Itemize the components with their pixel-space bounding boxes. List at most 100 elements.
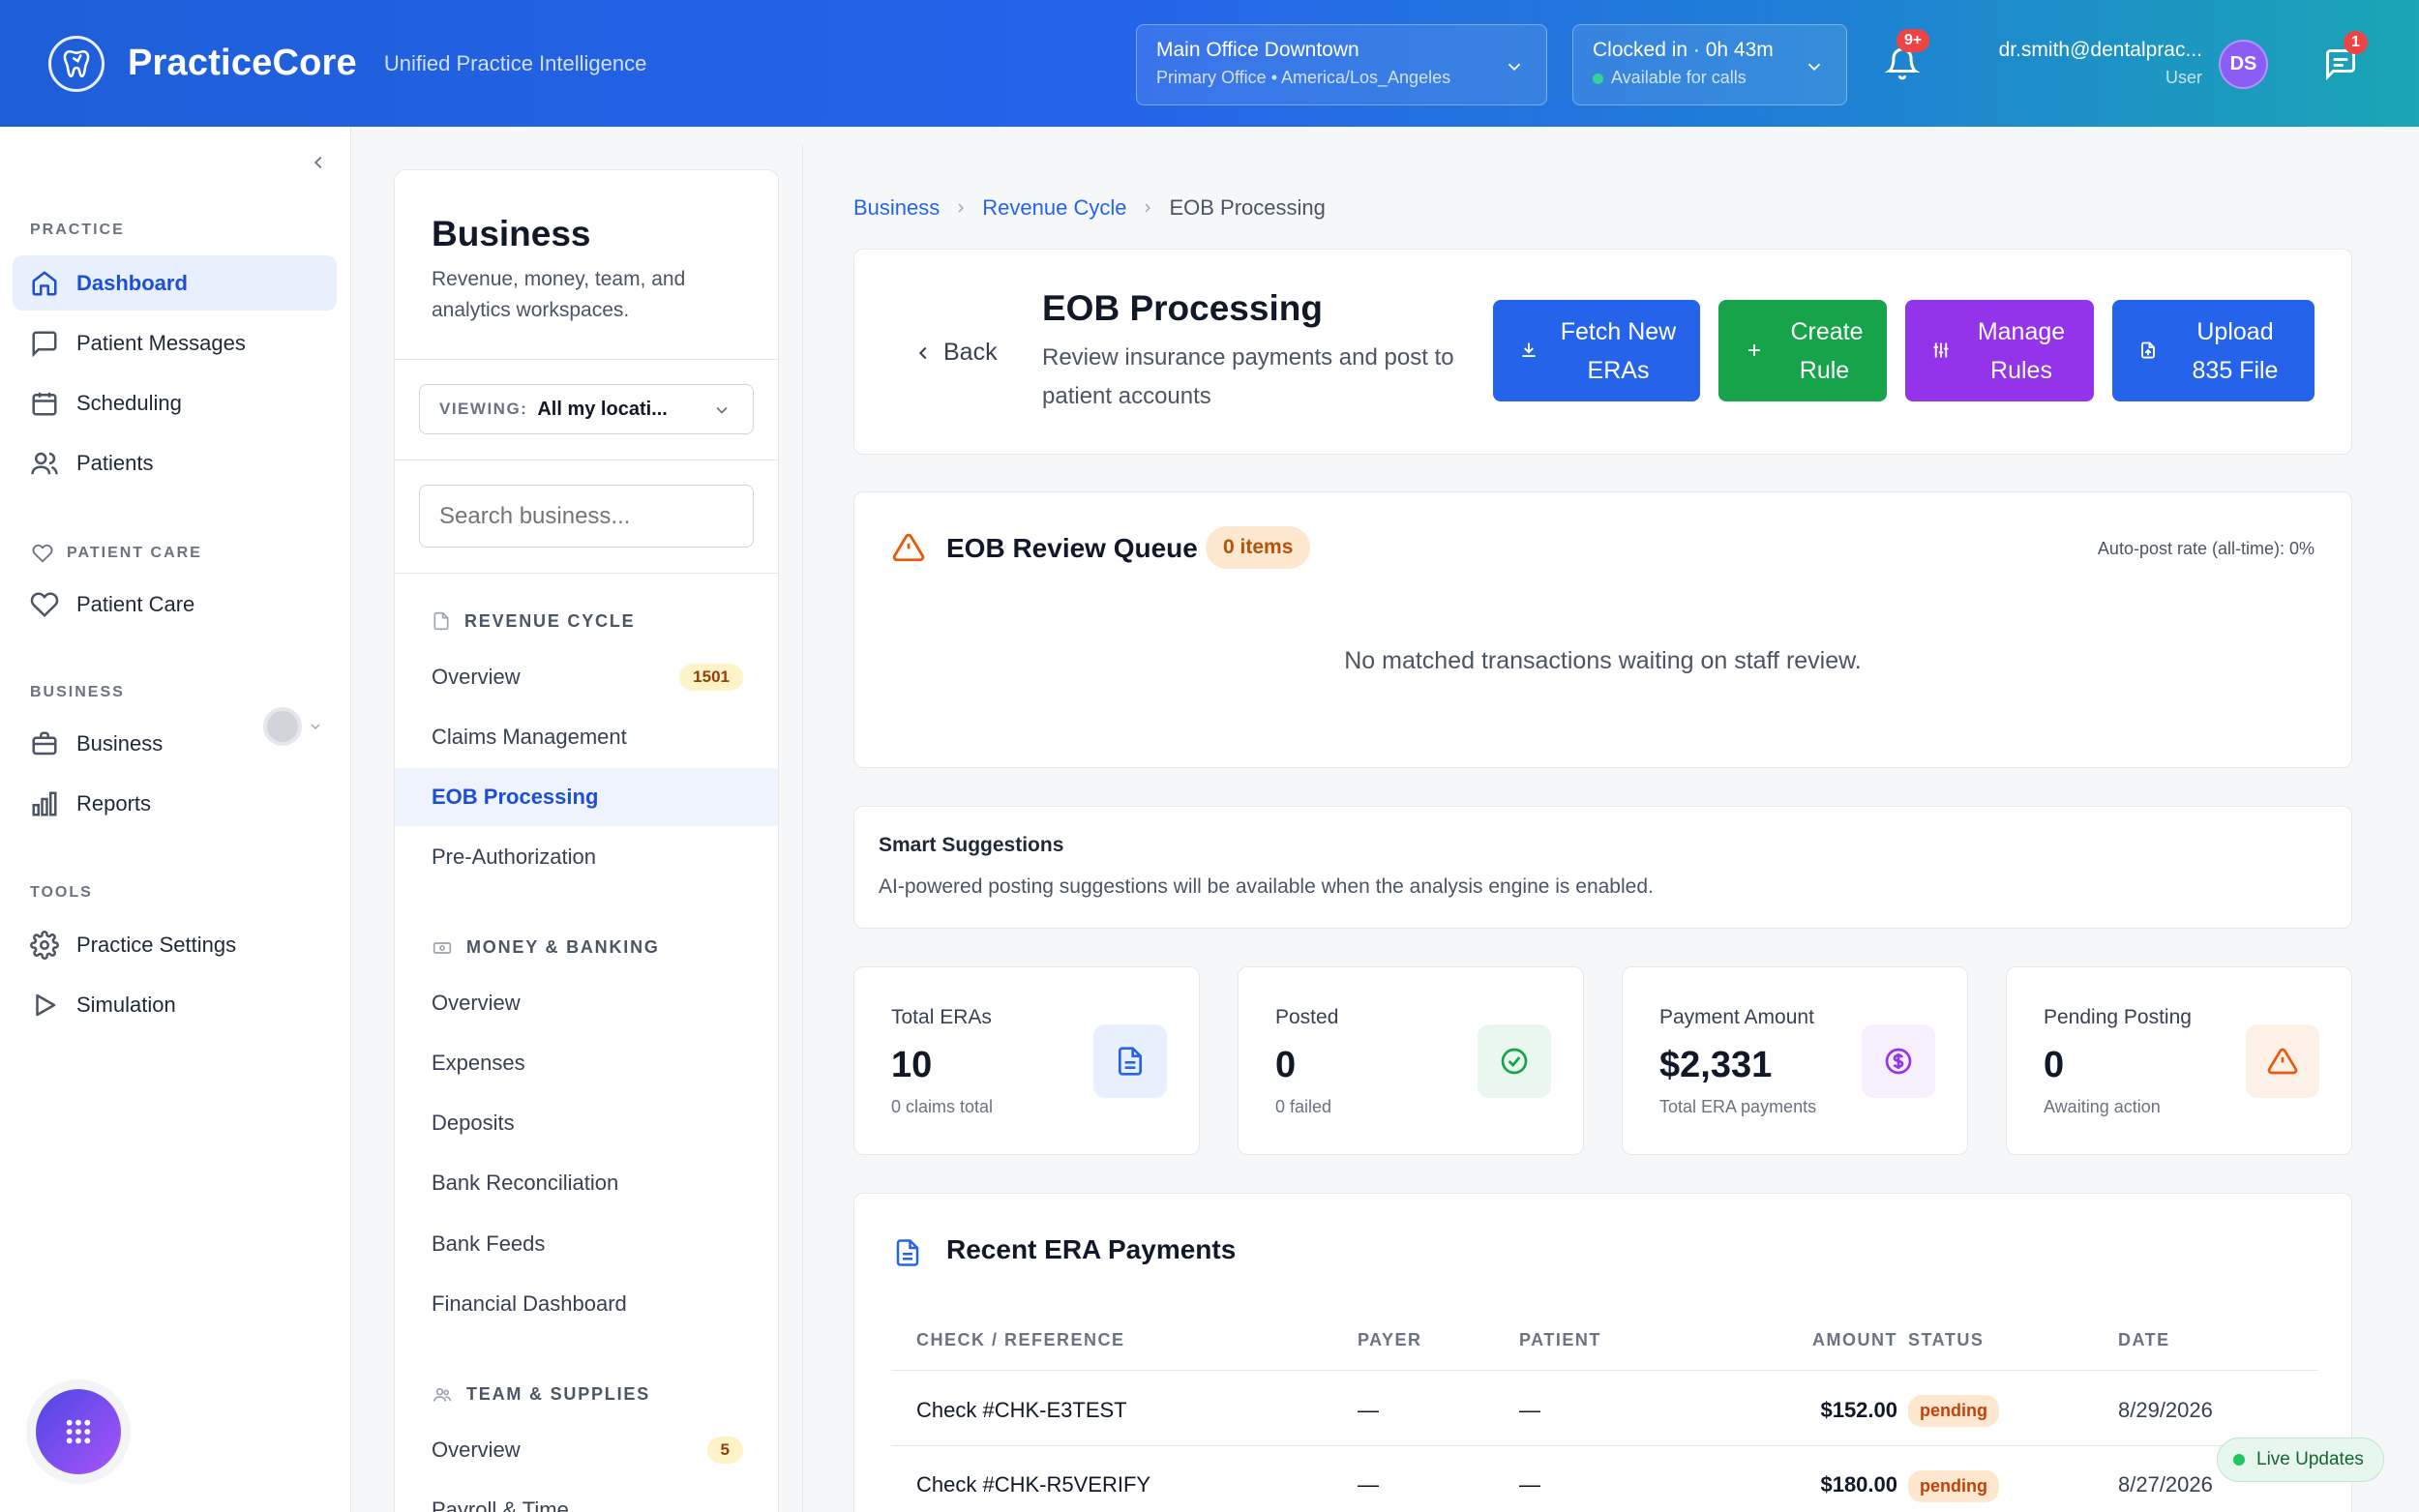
- sidebar-item-practice-settings[interactable]: Practice Settings: [13, 917, 337, 972]
- breadcrumb-business[interactable]: Business: [853, 195, 940, 221]
- back-button[interactable]: Back: [912, 339, 998, 367]
- sidebar-item-label: Patient Messages: [76, 330, 246, 355]
- sidebar-item-patient-care[interactable]: Patient Care: [13, 577, 337, 632]
- chevron-down-icon: [1807, 63, 1821, 72]
- apps-launcher-button[interactable]: [36, 1389, 121, 1474]
- column-header-patient[interactable]: PATIENT: [1519, 1330, 1601, 1350]
- sidebar-item-dashboard[interactable]: Dashboard: [13, 255, 337, 311]
- document-icon: [433, 611, 449, 631]
- cell-amount: $152.00: [1820, 1398, 1897, 1422]
- clock-status: Clocked in · 0h 43m: [1593, 39, 1774, 61]
- stat-value: 10: [891, 1045, 933, 1085]
- column-header-status[interactable]: STATUS: [1908, 1330, 1984, 1350]
- sidebar-item-label: Patients: [76, 450, 154, 475]
- file-upload-icon: [2141, 341, 2155, 359]
- sidebar-item-simulation[interactable]: Simulation: [13, 977, 337, 1032]
- avatar[interactable]: DS: [2219, 40, 2268, 89]
- briefcase-icon: [32, 731, 57, 755]
- section-tools: TOOLS: [30, 884, 93, 901]
- clock-status-selector[interactable]: Clocked in · 0h 43m Available for calls: [1572, 24, 1847, 105]
- user-menu[interactable]: dr.smith@dentalprac... User: [1974, 39, 2202, 88]
- fetch-new-eras-button[interactable]: Fetch New ERAs: [1493, 300, 1700, 401]
- sidebar-item-business[interactable]: Business: [13, 716, 337, 771]
- location-name: Main Office Downtown: [1156, 39, 1359, 61]
- live-updates-indicator[interactable]: Live Updates: [2217, 1438, 2384, 1482]
- bar-chart-icon: [32, 791, 57, 815]
- column-header-payer[interactable]: PAYER: [1358, 1330, 1422, 1350]
- sidebar: PRACTICE Dashboard Patient Messages Sche…: [0, 127, 351, 1512]
- smart-suggestions-card: Smart Suggestions AI-powered posting sug…: [853, 806, 2352, 929]
- column-header-check[interactable]: CHECK / REFERENCE: [916, 1330, 1125, 1350]
- manage-rules-button[interactable]: Manage Rules: [1905, 300, 2094, 401]
- stat-posted: Posted 0 0 failed: [1238, 966, 1584, 1155]
- recent-payments-title: Recent ERA Payments: [946, 1234, 1237, 1264]
- play-icon: [36, 993, 56, 1016]
- breadcrumb-revenue-cycle[interactable]: Revenue Cycle: [982, 195, 1126, 221]
- collapse-sidebar-icon[interactable]: [308, 148, 329, 177]
- status-badge: pending: [1908, 1395, 1999, 1427]
- nav-team-overview[interactable]: Overview 5: [395, 1421, 778, 1479]
- create-rule-button[interactable]: Create Rule: [1718, 300, 1887, 401]
- availability-text: Available for calls: [1611, 68, 1747, 87]
- divider: [891, 1445, 2318, 1446]
- notifications-badge: 9+: [1896, 29, 1930, 52]
- column-header-amount[interactable]: AMOUNT: [1772, 1330, 1897, 1350]
- sidebar-item-reports[interactable]: Reports: [13, 776, 337, 831]
- sidebar-item-label: Practice Settings: [76, 932, 237, 957]
- nav-pre-authorization[interactable]: Pre-Authorization: [395, 828, 778, 886]
- live-dot: [2233, 1454, 2245, 1466]
- users-icon: [31, 452, 58, 474]
- heart-icon: [32, 544, 53, 563]
- group-team-supplies: TEAM & SUPPLIES: [432, 1384, 650, 1405]
- sidebar-item-label: Simulation: [76, 992, 176, 1017]
- group-money-banking: MONEY & BANKING: [432, 937, 660, 958]
- divider: [802, 145, 803, 1512]
- nav-revenue-overview[interactable]: Overview 1501: [395, 648, 778, 706]
- cell-patient: —: [1519, 1472, 1540, 1497]
- sidebar-item-label: Scheduling: [76, 390, 182, 415]
- user-role: User: [2165, 68, 2202, 87]
- upload-835-button[interactable]: Upload 835 File: [2112, 300, 2314, 401]
- page-title: EOB Processing: [1042, 288, 1323, 328]
- stat-value: 0: [2044, 1045, 2065, 1085]
- sidebar-item-scheduling[interactable]: Scheduling: [13, 375, 337, 430]
- sidebar-item-label: Dashboard: [76, 270, 188, 295]
- location-selector[interactable]: Main Office Downtown Primary Office • Am…: [1136, 24, 1547, 105]
- column-header-date[interactable]: DATE: [2118, 1330, 2170, 1350]
- live-updates-label: Live Updates: [2256, 1449, 2364, 1469]
- cell-payer: —: [1358, 1398, 1379, 1422]
- cell-amount: $180.00: [1820, 1472, 1897, 1497]
- grid-icon: [66, 1419, 91, 1444]
- brand[interactable]: PracticeCore Unified Practice Intelligen…: [48, 35, 646, 92]
- business-panel: Business Revenue, money, team, and analy…: [394, 169, 779, 1512]
- nav-financial-dashboard[interactable]: Financial Dashboard: [395, 1275, 778, 1333]
- cell-check: Check #CHK-E3TEST: [916, 1398, 1127, 1422]
- banknote-icon: [433, 941, 452, 954]
- nav-claims-management[interactable]: Claims Management: [395, 708, 778, 766]
- notifications-button[interactable]: 9+: [1884, 29, 1930, 86]
- viewing-location-select[interactable]: VIEWING: All my locati...: [419, 384, 754, 434]
- divider: [891, 1370, 2318, 1371]
- stat-subtext: 0 failed: [1275, 1097, 1332, 1116]
- available-dot: [1593, 73, 1603, 84]
- brand-name: PracticeCore: [128, 43, 357, 83]
- nav-expenses[interactable]: Expenses: [395, 1034, 778, 1092]
- divider: [395, 573, 778, 574]
- sidebar-item-patients[interactable]: Patients: [13, 435, 337, 490]
- nav-bank-reconciliation[interactable]: Bank Reconciliation: [395, 1154, 778, 1212]
- status-badge: pending: [1908, 1470, 1999, 1502]
- nav-payroll-time[interactable]: Payroll & Time: [395, 1481, 778, 1512]
- document-icon: [896, 1239, 919, 1266]
- nav-money-overview[interactable]: Overview: [395, 974, 778, 1032]
- team-icon: [433, 1387, 452, 1402]
- nav-eob-processing[interactable]: EOB Processing: [395, 768, 778, 826]
- chat-icon: [32, 331, 57, 357]
- sidebar-item-patient-messages[interactable]: Patient Messages: [13, 315, 337, 371]
- stat-value: 0: [1275, 1045, 1297, 1085]
- messages-button[interactable]: 1: [2322, 31, 2368, 86]
- nav-deposits[interactable]: Deposits: [395, 1094, 778, 1152]
- nav-bank-feeds[interactable]: Bank Feeds: [395, 1215, 778, 1273]
- chevron-left-icon: [918, 346, 927, 359]
- stat-subtext: Total ERA payments: [1659, 1097, 1817, 1116]
- search-input[interactable]: [419, 485, 754, 548]
